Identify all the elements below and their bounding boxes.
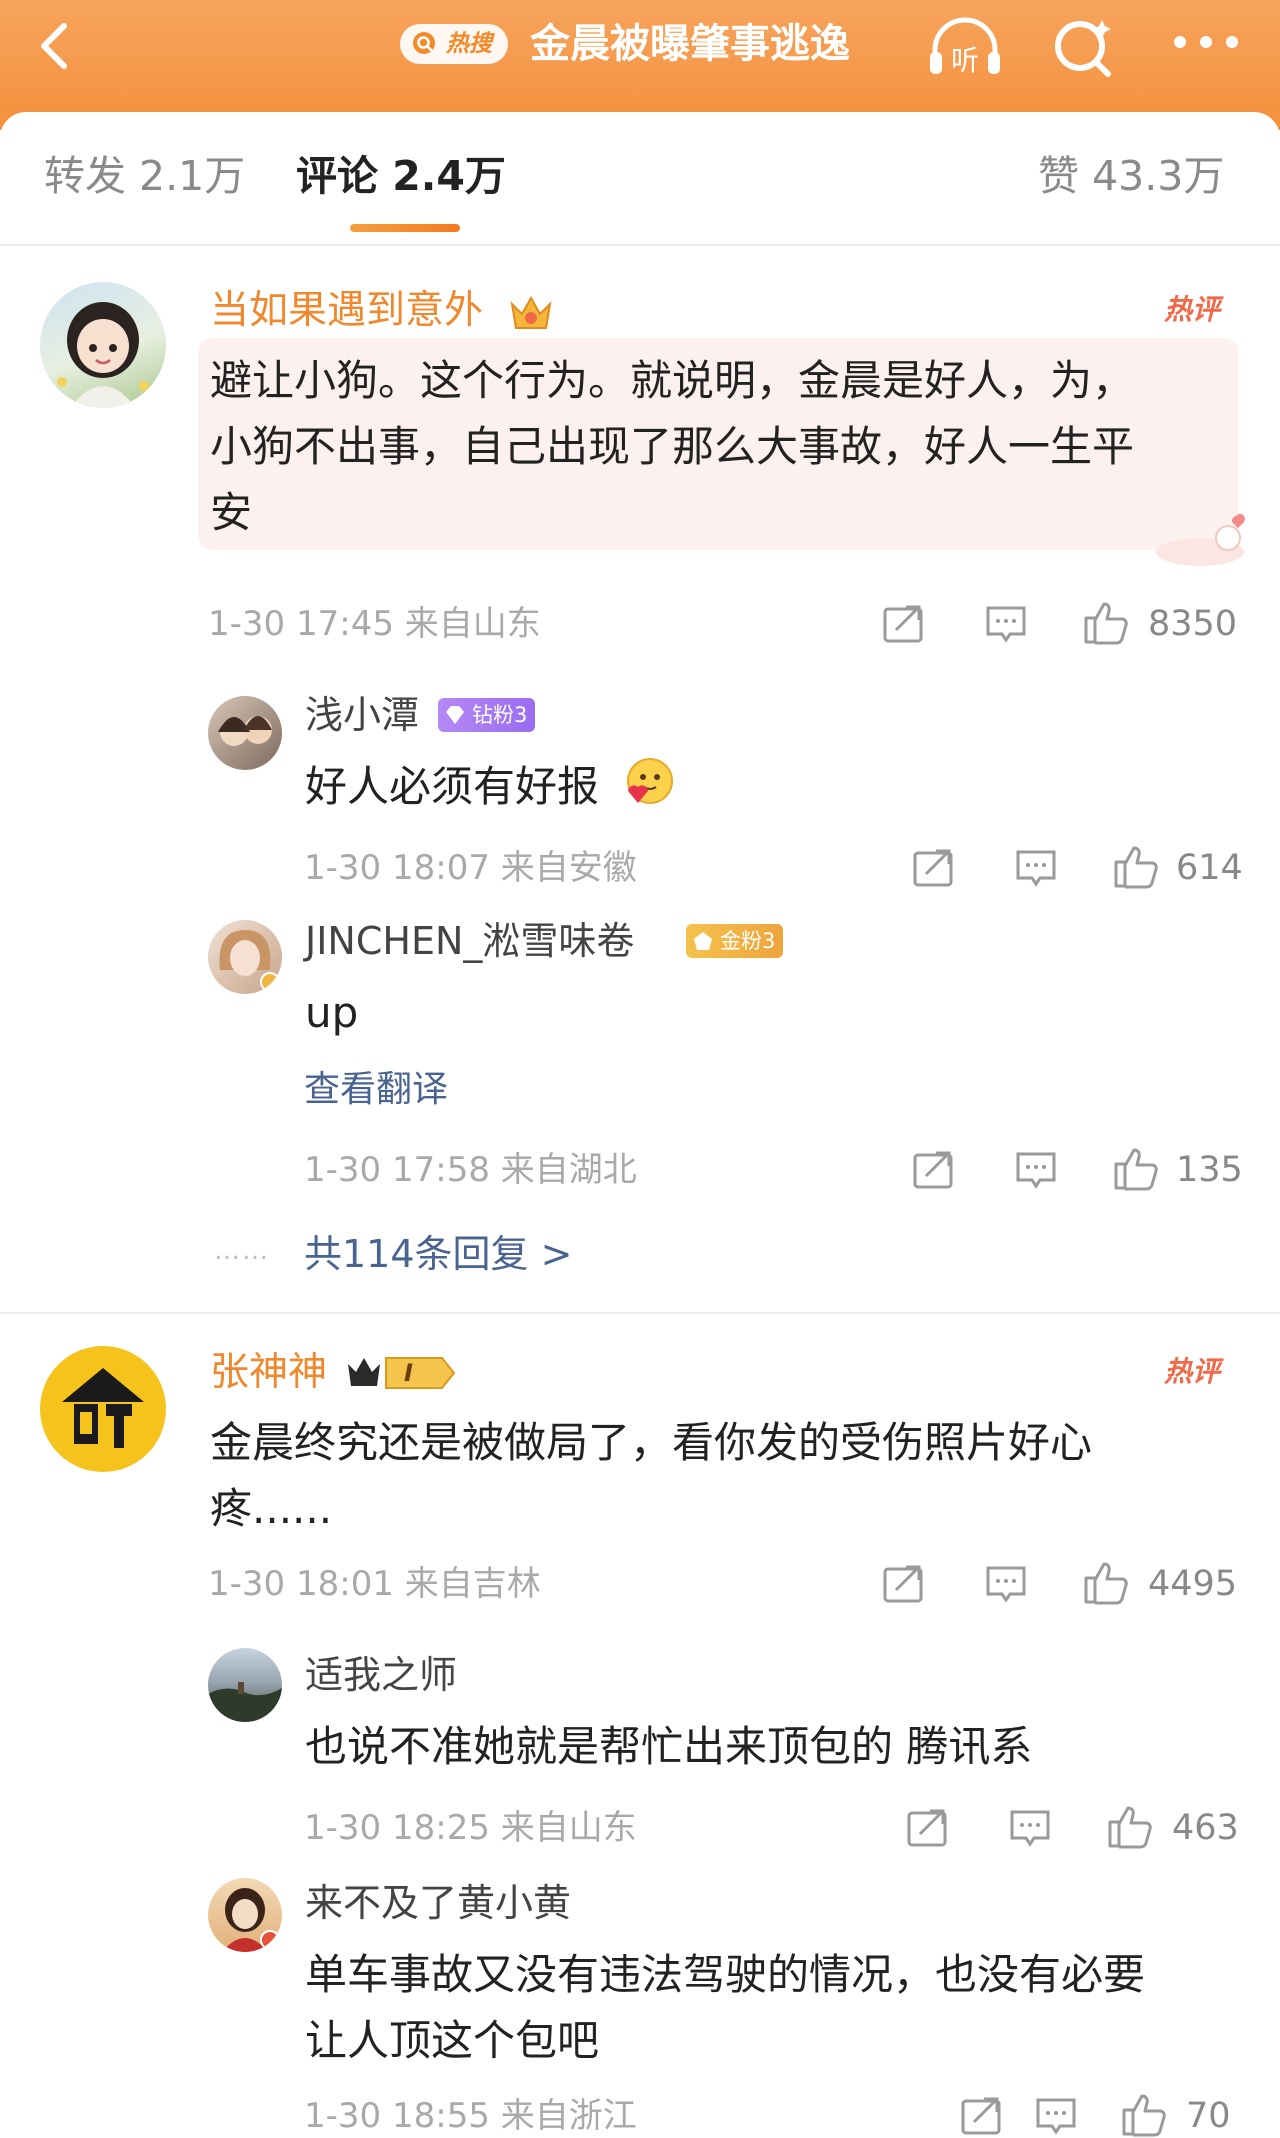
- avatar-photo-image: [219, 930, 280, 992]
- avatar-photo-image: [218, 716, 272, 746]
- like-icon[interactable]: [1082, 598, 1130, 646]
- avatar[interactable]: [40, 282, 166, 408]
- like-count: 8350: [1148, 604, 1238, 644]
- reply-username[interactable]: 浅小潭: [305, 690, 419, 740]
- more-dots-icon: [1174, 36, 1238, 48]
- reply-text-line: 让人顶这个包吧: [305, 2016, 600, 2065]
- search-button[interactable]: [1050, 14, 1116, 80]
- comment-text-line: 避让小狗。这个行为。就说明，金晨是好人，为，: [210, 356, 1135, 405]
- translate-link[interactable]: 查看翻译: [304, 1066, 448, 1114]
- reply-icon[interactable]: [1008, 1808, 1052, 1848]
- comment-text-line: 疼......: [210, 1484, 333, 1533]
- hot-comment-badge: 热评: [1164, 293, 1221, 326]
- like-icon[interactable]: [1082, 1558, 1130, 1606]
- tab-likes[interactable]: 赞 43.3万: [1038, 148, 1224, 204]
- more-dots: ……: [214, 1236, 270, 1266]
- chevron-left-icon: [41, 23, 67, 69]
- fan-badge: 金粉3: [686, 924, 784, 958]
- comment-text-line: 安: [210, 488, 253, 537]
- reply-text-line: 单车事故又没有违法驾驶的情况，也没有必要: [305, 1950, 1146, 1999]
- reply-meta: 1-30 18:25 来自山东: [304, 1808, 637, 1848]
- comment-meta: 1-30 17:45 来自山东: [208, 604, 541, 644]
- hot-tag-label: 热搜: [446, 31, 492, 57]
- reply-meta: 1-30 18:07 来自安徽: [304, 848, 637, 888]
- reply-text: 也说不准她就是帮忙出来顶包的 腾讯系: [305, 1722, 1033, 1771]
- like-count: 463: [1172, 1808, 1239, 1848]
- reply-meta: 1-30 18:55 来自浙江: [304, 2096, 637, 2136]
- reply-icon[interactable]: [984, 1564, 1028, 1604]
- reply-icon[interactable]: [1034, 2096, 1078, 2136]
- share-icon[interactable]: [912, 1150, 956, 1190]
- share-icon[interactable]: [912, 848, 956, 888]
- comment-text-line: 金晨终究还是被做局了，看你发的受伤照片好心: [210, 1418, 1093, 1467]
- fan-badge-label: 金粉3: [720, 929, 776, 953]
- hot-comment-badge: 热评: [1164, 1355, 1221, 1388]
- share-icon[interactable]: [960, 2096, 1004, 2136]
- share-icon[interactable]: [906, 1808, 950, 1848]
- crown-vip-icon: [510, 295, 552, 329]
- like-icon[interactable]: [1106, 1802, 1154, 1850]
- avatar[interactable]: [208, 920, 282, 994]
- avatar-logo-image: [62, 1368, 144, 1448]
- svg-text:听: 听: [951, 44, 979, 77]
- avatar-girl-image: [57, 302, 149, 408]
- reply-icon[interactable]: [984, 604, 1028, 644]
- search-icon: [1055, 20, 1111, 77]
- diamond-icon: [446, 706, 464, 724]
- comment-username[interactable]: 张神神: [210, 1348, 327, 1398]
- reply-meta: 1-30 17:58 来自湖北: [304, 1150, 637, 1190]
- tab-repost[interactable]: 转发 2.1万: [44, 148, 245, 204]
- comment-text-line: 小狗不出事，自己出现了那么大事故，好人一生平: [210, 422, 1135, 471]
- reply-username[interactable]: 来不及了黄小黄: [305, 1878, 571, 1928]
- reply-text: 好人必须有好报: [305, 754, 676, 820]
- share-icon[interactable]: [882, 1564, 926, 1604]
- topic-title: 金晨被曝肇事逃逸: [530, 21, 850, 67]
- avatar-landscape-image: [208, 1682, 282, 1722]
- top-bar: 热搜 金晨被曝肇事逃逸 听: [0, 0, 1280, 130]
- reply-username[interactable]: 适我之师: [305, 1650, 457, 1700]
- reply-username[interactable]: JINCHEN_淞雪味卷: [305, 916, 634, 966]
- more-button[interactable]: [1170, 30, 1242, 54]
- like-icon[interactable]: [1120, 2090, 1168, 2138]
- hot-search-tag[interactable]: 热搜: [400, 24, 508, 64]
- like-count: 4495: [1148, 1564, 1238, 1604]
- tab-comments[interactable]: 评论 2.4万: [296, 148, 506, 204]
- like-count: 614: [1176, 848, 1243, 888]
- gold-gem-icon: [694, 932, 712, 950]
- active-tab-indicator: [350, 224, 460, 232]
- comment-text: 金晨终究还是被做局了，看你发的受伤照片好心 疼......: [210, 1410, 1230, 1542]
- member-level-icon: [348, 1357, 456, 1389]
- back-button[interactable]: [30, 16, 80, 76]
- avatar[interactable]: [40, 1346, 166, 1472]
- listen-button[interactable]: 听: [925, 14, 1005, 80]
- comment-text: 避让小狗。这个行为。就说明，金晨是好人，为， 小狗不出事，自己出现了那么大事故，…: [210, 348, 1230, 546]
- like-icon[interactable]: [1112, 842, 1160, 890]
- member-level-label: I: [404, 1359, 413, 1387]
- more-replies-link[interactable]: 共114条回复 >: [304, 1230, 572, 1278]
- like-count: 135: [1176, 1150, 1243, 1190]
- like-count: 70: [1186, 2096, 1231, 2136]
- like-icon[interactable]: [1112, 1144, 1160, 1192]
- reply-text: 单车事故又没有违法驾驶的情况，也没有必要 让人顶这个包吧: [305, 1942, 1225, 2074]
- comment-divider: [0, 1312, 1280, 1314]
- reply-icon[interactable]: [1014, 1150, 1058, 1190]
- reply-text-content: 好人必须有好报: [305, 762, 600, 811]
- avatar[interactable]: [208, 696, 282, 770]
- avatar[interactable]: [208, 1878, 282, 1952]
- comment-meta: 1-30 18:01 来自吉林: [208, 1564, 541, 1604]
- blush-emoji-icon: [627, 758, 674, 804]
- headphones-icon: 听: [930, 17, 1000, 77]
- avatar[interactable]: [208, 1648, 282, 1722]
- tabs-divider: [0, 244, 1280, 246]
- reply-icon[interactable]: [1014, 848, 1058, 888]
- search-icon: [413, 32, 435, 54]
- avatar-photo-image: [222, 1888, 280, 1952]
- reply-text: up: [305, 988, 359, 1037]
- share-icon[interactable]: [882, 604, 926, 644]
- comment-username[interactable]: 当如果遇到意外: [210, 286, 483, 336]
- fan-badge-label: 钻粉3: [472, 703, 528, 727]
- fan-badge: 钻粉3: [438, 698, 536, 732]
